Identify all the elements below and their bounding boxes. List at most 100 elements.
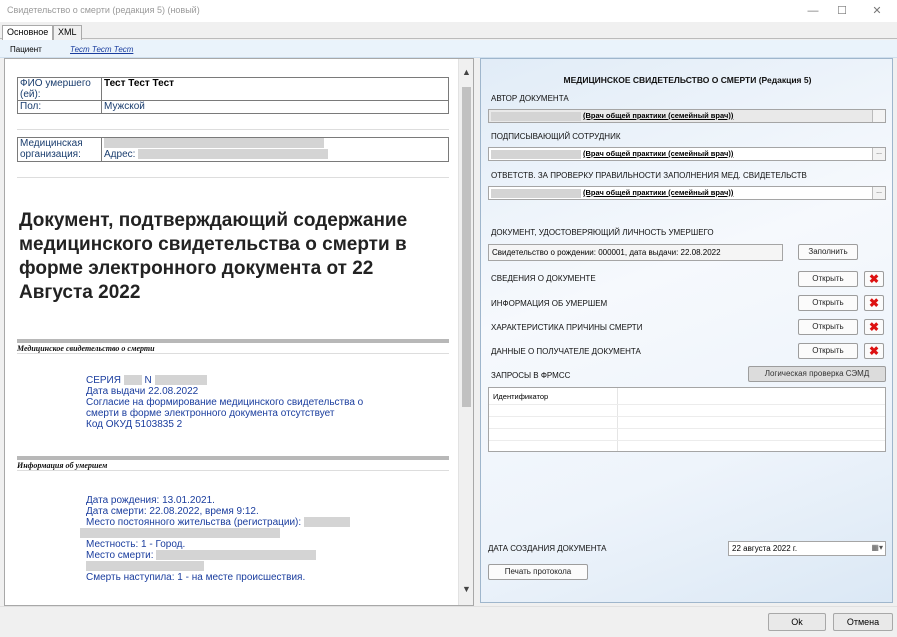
redacted-residence-2 [80, 528, 280, 539]
okud-code: Код ОКУД 5103835 2 [86, 419, 183, 430]
death-date: Дата смерти: 22.08.2022, время 9:12. [86, 506, 259, 517]
row-label-deceased-info: ИНФОРМАЦИЯ ОБ УМЕРШЕМ [491, 299, 608, 308]
dialog-window: Свидетельство о смерти (редакция 5) (нов… [0, 0, 897, 637]
patient-bar: Пациент Тест Тест Тест [0, 40, 897, 58]
signer-picker-button[interactable]: ... [872, 148, 885, 160]
redacted-responsible [491, 188, 581, 198]
death-place-label: Место смерти: [86, 550, 154, 561]
sex-value: Мужской [101, 100, 449, 114]
fio-label: ФИО умершего (ей): [17, 77, 102, 101]
created-date-field[interactable]: 22 августа 2022 г. ▦▾ [728, 541, 886, 556]
grid-header-identifier: Идентификатор [493, 392, 549, 401]
row-label-death-cause: ХАРАКТЕРИСТИКА ПРИЧИНЫ СМЕРТИ [491, 323, 643, 332]
tab-main[interactable]: Основное [2, 25, 54, 40]
deceased-block: Дата рождения: 13.01.2021. Дата смерти: … [80, 495, 350, 583]
redacted-number [154, 375, 207, 386]
logic-check-button[interactable]: Логическая проверка СЭМД [748, 366, 886, 382]
created-date-value: 22 августа 2022 г. [732, 544, 798, 553]
document-heading: Документ, подтверждающий содержание меди… [19, 210, 408, 303]
consent-line-1: Согласие на формирование медицинского св… [86, 397, 364, 408]
org-table: Медицинская организация: Адрес: [17, 137, 449, 162]
fmss-requests-label: ЗАПРОСЫ В ФРМСС [491, 371, 571, 380]
n-label: N [144, 375, 152, 386]
grid-row-line [489, 428, 885, 429]
locality: Местность: 1 - Город. [86, 539, 186, 550]
death-circumstance: Смерть наступила: 1 - на месте происшест… [86, 572, 306, 583]
scroll-thumb[interactable] [462, 87, 471, 407]
scroll-up-icon[interactable]: ▲ [459, 67, 473, 82]
id-document-field[interactable]: Свидетельство о рождении: 000001, дата в… [488, 244, 783, 261]
row-label-recipient: ДАННЫЕ О ПОЛУЧАТЕЛЕ ДОКУМЕНТА [491, 347, 641, 356]
redacted-signer [491, 149, 581, 159]
responsible-field[interactable]: (Врач общей практики (семейный врач)) ..… [488, 186, 886, 200]
dialog-footer: Ok Отмена [0, 606, 897, 637]
author-value: (Врач общей практики (семейный врач)) [583, 111, 734, 120]
document-preview[interactable]: ФИО умершего (ей): Тест Тест Тест Пол: М… [4, 58, 474, 606]
requests-grid[interactable]: Идентификатор [488, 387, 886, 452]
author-label: АВТОР ДОКУМЕНТА [491, 94, 569, 103]
tab-strip: Основное XML [0, 22, 897, 40]
address-label: Адрес: [104, 149, 136, 160]
delete-death-cause-icon[interactable]: ✖ [864, 319, 884, 335]
divider [17, 177, 449, 178]
patient-link[interactable]: Тест Тест Тест [70, 45, 133, 54]
author-field[interactable]: (Врач общей практики (семейный врач)) [488, 109, 886, 123]
print-protocol-button[interactable]: Печать протокола [488, 564, 588, 580]
open-recipient-button[interactable]: Открыть [798, 343, 858, 359]
certificate-block: СЕРИЯ N Дата выдачи 22.08.2022 Согласие … [86, 375, 363, 430]
redacted-org [104, 138, 324, 149]
grid-row-line [489, 440, 885, 441]
open-death-cause-button[interactable]: Открыть [798, 319, 858, 335]
signer-value: (Врач общей практики (семейный врач)) [583, 149, 734, 158]
title-bar: Свидетельство о смерти (редакция 5) (нов… [0, 0, 897, 22]
fill-button[interactable]: Заполнить [798, 244, 858, 260]
redacted-place-2 [86, 561, 204, 572]
grid-row-line [489, 404, 885, 405]
responsible-value: (Врач общей практики (семейный врач)) [583, 188, 734, 197]
redacted-place [156, 550, 317, 561]
residence-label: Место постоянного жительства (регистраци… [86, 517, 302, 528]
id-document-label: ДОКУМЕНТ, УДОСТОВЕРЯЮЩИЙ ЛИЧНОСТЬ УМЕРШЕ… [491, 228, 714, 237]
divider [17, 129, 449, 130]
signer-label: ПОДПИСЫВАЮЩИЙ СОТРУДНИК [491, 132, 621, 141]
patient-label: Пациент [10, 45, 42, 54]
maximize-button[interactable]: ☐ [825, 0, 859, 22]
row-label-document-info: СВЕДЕНИЯ О ДОКУМЕНТЕ [491, 274, 596, 283]
close-button[interactable]: ✕ [860, 0, 894, 22]
tab-xml[interactable]: XML [53, 25, 82, 40]
section-deceased: Информация об умершем [17, 456, 449, 471]
ok-button[interactable]: Ok [768, 613, 826, 631]
sex-label: Пол: [17, 100, 102, 114]
patient-table: ФИО умершего (ей): Тест Тест Тест Пол: М… [17, 77, 449, 114]
delete-deceased-info-icon[interactable]: ✖ [864, 295, 884, 311]
cancel-button[interactable]: Отмена [833, 613, 893, 631]
issue-date: Дата выдачи 22.08.2022 [86, 386, 199, 397]
responsible-label: ОТВЕТСТВ. ЗА ПРОВЕРКУ ПРАВИЛЬНОСТИ ЗАПОЛ… [491, 171, 807, 180]
consent-line-2: смерти в форме электронного документа от… [86, 408, 335, 419]
redacted-seria [123, 375, 142, 386]
redacted-address [138, 149, 329, 160]
redacted-residence [303, 517, 350, 528]
certificate-form: МЕДИЦИНСКОЕ СВИДЕТЕЛЬСТВО О СМЕРТИ (Реда… [480, 58, 893, 603]
calendar-icon[interactable]: ▦▾ [871, 543, 883, 552]
seria-label: СЕРИЯ [86, 375, 121, 386]
fio-value: Тест Тест Тест [101, 77, 449, 101]
signer-field[interactable]: (Врач общей практики (семейный врач)) ..… [488, 147, 886, 161]
delete-recipient-icon[interactable]: ✖ [864, 343, 884, 359]
scroll-down-icon[interactable]: ▼ [459, 584, 473, 599]
open-deceased-info-button[interactable]: Открыть [798, 295, 858, 311]
vertical-scrollbar[interactable]: ▲ ▼ [458, 59, 473, 605]
org-label: Медицинская организация: [17, 137, 102, 162]
window-title: Свидетельство о смерти (редакция 5) (нов… [7, 5, 200, 15]
birth-date: Дата рождения: 13.01.2021. [86, 495, 215, 506]
created-date-label: ДАТА СОЗДАНИЯ ДОКУМЕНТА [488, 544, 607, 553]
grid-row-line [489, 416, 885, 417]
author-picker-button[interactable] [872, 110, 885, 122]
form-title: МЕДИЦИНСКОЕ СВИДЕТЕЛЬСТВО О СМЕРТИ (Реда… [563, 75, 812, 85]
open-document-info-button[interactable]: Открыть [798, 271, 858, 287]
delete-document-info-icon[interactable]: ✖ [864, 271, 884, 287]
responsible-picker-button[interactable]: ... [872, 187, 885, 199]
org-value: Адрес: [101, 137, 449, 162]
section-certificate: Медицинское свидетельство о смерти [17, 339, 449, 354]
redacted-author [491, 111, 581, 121]
